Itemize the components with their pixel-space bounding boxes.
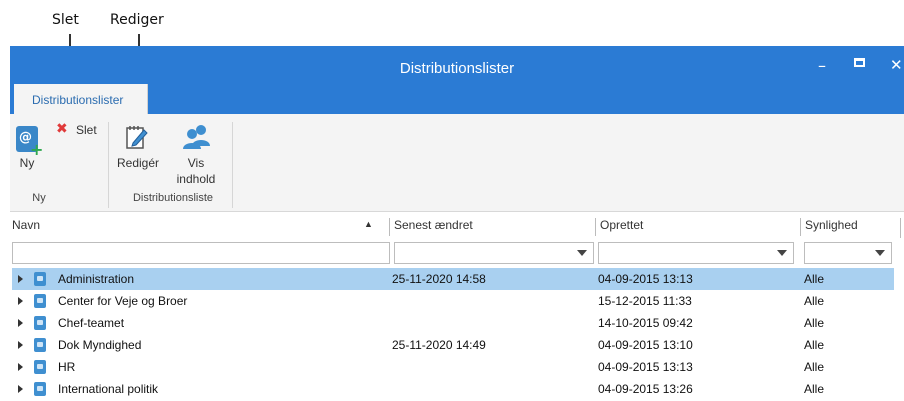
- new-button[interactable]: @ + Ny: [12, 126, 43, 178]
- table-row[interactable]: Administration 25-11-2020 14:58 04-09-20…: [12, 268, 894, 290]
- cell-modified: 25-11-2020 14:58: [392, 272, 486, 286]
- distribution-list-icon: [34, 294, 46, 308]
- minimize-button[interactable]: –: [818, 56, 826, 75]
- cell-modified: 25-11-2020 14:49: [392, 338, 486, 352]
- distribution-lists-grid: Navn ▲ Senest ændret Oprettet Synlighed …: [10, 214, 904, 401]
- people-icon: [183, 125, 210, 149]
- column-header-created[interactable]: Oprettet: [600, 218, 800, 240]
- new-button-label: Ny: [19, 156, 35, 170]
- distribution-lists-window: Distributionslister – ✕ ⌃ Distributionsl…: [10, 46, 904, 401]
- cell-name: HR: [58, 360, 76, 374]
- expand-arrow-icon[interactable]: [18, 275, 23, 283]
- close-button[interactable]: ✕: [890, 56, 903, 74]
- cell-created: 04-09-2015 13:10: [598, 338, 693, 352]
- delete-button[interactable]: ✖ Slet: [56, 121, 106, 140]
- cell-visibility: Alle: [804, 294, 825, 308]
- cell-created: 04-09-2015 13:26: [598, 382, 693, 396]
- ribbon: @ + Ny ✖ Slet Ny Redigér Vis indhold Dis…: [10, 114, 904, 212]
- column-separator[interactable]: [595, 218, 596, 236]
- cell-visibility: Alle: [804, 382, 825, 396]
- table-row[interactable]: Dok Myndighed 25-11-2020 14:49 04-09-201…: [12, 334, 894, 356]
- expand-arrow-icon[interactable]: [18, 297, 23, 305]
- tab-distribution-lists[interactable]: Distributionslister: [14, 84, 148, 114]
- distribution-list-icon: [34, 338, 46, 352]
- new-list-icon: @ +: [16, 126, 43, 159]
- cell-created: 04-09-2015 13:13: [598, 272, 693, 286]
- cell-visibility: Alle: [804, 360, 825, 374]
- expand-arrow-icon[interactable]: [18, 319, 23, 327]
- column-header-name[interactable]: Navn ▲: [12, 218, 388, 240]
- table-row[interactable]: International politik 04-09-2015 13:26 A…: [12, 378, 894, 400]
- column-header-modified[interactable]: Senest ændret: [394, 218, 594, 240]
- edit-button[interactable]: Redigér: [116, 124, 160, 176]
- cell-created: 14-10-2015 09:42: [598, 316, 693, 330]
- annotation-edit-label: Rediger: [110, 12, 164, 28]
- column-separator[interactable]: [389, 218, 390, 236]
- column-header-visibility[interactable]: Synlighed: [805, 218, 895, 240]
- chevron-down-icon: [777, 250, 787, 256]
- cell-name: International politik: [58, 382, 159, 396]
- maximize-button[interactable]: [854, 58, 865, 67]
- cell-name: Dok Myndighed: [58, 338, 142, 352]
- cell-name: Administration: [58, 272, 135, 286]
- cell-visibility: Alle: [804, 338, 825, 352]
- group-separator: [108, 122, 109, 208]
- group-separator: [232, 122, 233, 208]
- group-label-new: Ny: [32, 192, 46, 204]
- cell-visibility: Alle: [804, 316, 825, 330]
- vertical-scrollbar[interactable]: [900, 218, 904, 238]
- chevron-down-icon: [577, 250, 587, 256]
- table-row[interactable]: Center for Veje og Broer 15-12-2015 11:3…: [12, 290, 894, 312]
- cell-created: 15-12-2015 11:33: [598, 294, 692, 308]
- cell-name: Chef-teamet: [58, 316, 125, 330]
- cell-created: 04-09-2015 13:13: [598, 360, 693, 374]
- delete-button-label: Slet: [76, 123, 97, 137]
- distribution-list-icon: [34, 382, 46, 396]
- distribution-list-icon: [34, 272, 46, 286]
- cell-visibility: Alle: [804, 272, 825, 286]
- chevron-down-icon: [875, 250, 885, 256]
- filter-name-input[interactable]: [12, 242, 390, 264]
- expand-arrow-icon[interactable]: [18, 363, 23, 371]
- expand-arrow-icon[interactable]: [18, 341, 23, 349]
- column-header-name-label: Navn: [12, 218, 41, 232]
- window-title: Distributionslister: [399, 60, 515, 77]
- table-row[interactable]: HR 04-09-2015 13:13 Alle: [12, 356, 894, 378]
- expand-arrow-icon[interactable]: [18, 385, 23, 393]
- filter-visibility-dropdown[interactable]: [804, 242, 892, 264]
- filter-modified-dropdown[interactable]: [394, 242, 594, 264]
- edit-list-icon: [126, 126, 148, 149]
- column-separator[interactable]: [800, 218, 801, 236]
- view-button-label-line1: Vis: [187, 156, 205, 170]
- distribution-list-icon: [34, 316, 46, 330]
- view-contents-button[interactable]: Vis indhold: [168, 124, 224, 188]
- distribution-list-icon: [34, 360, 46, 374]
- annotation-delete-label: Slet: [52, 12, 79, 28]
- sort-ascending-icon: ▲: [364, 219, 373, 229]
- group-label-distribution-list: Distributionsliste: [132, 192, 214, 204]
- filter-created-dropdown[interactable]: [598, 242, 794, 264]
- table-row[interactable]: Chef-teamet 14-10-2015 09:42 Alle: [12, 312, 894, 334]
- delete-icon: ✖: [56, 121, 68, 137]
- cell-name: Center for Veje og Broer: [58, 294, 188, 308]
- edit-button-label: Redigér: [116, 156, 160, 170]
- view-button-label-line2: indhold: [176, 172, 216, 186]
